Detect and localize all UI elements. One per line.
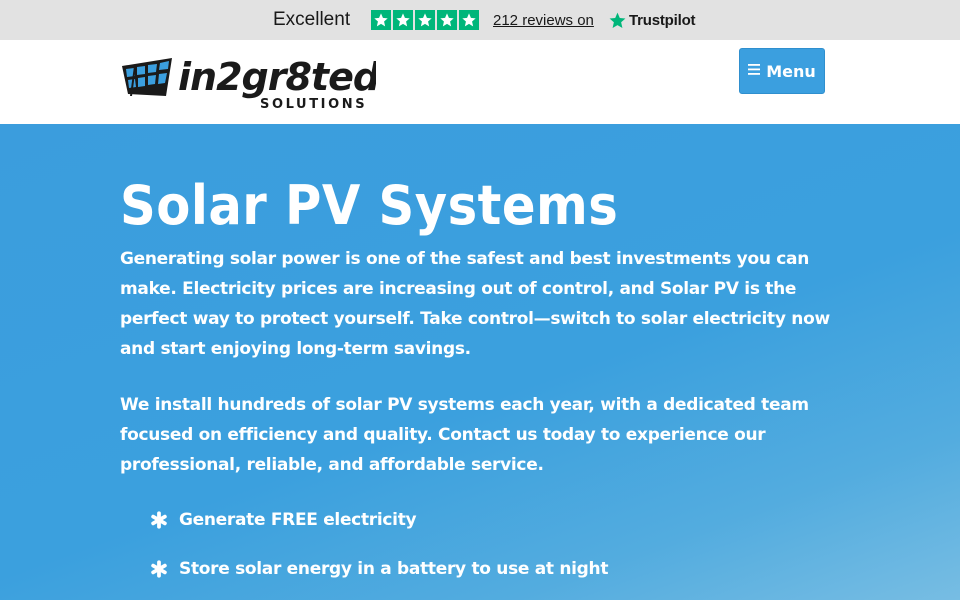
trustpilot-rating-word: Excellent	[273, 9, 351, 30]
asterisk-icon	[151, 560, 167, 578]
trustpilot-logo[interactable]: Trustpilot	[608, 10, 696, 30]
site-header: in2gr8ted SOLUTIONS Menu	[0, 40, 960, 124]
hero-section: Solar PV Systems Generating solar power …	[0, 124, 960, 600]
trustpilot-stars[interactable]	[371, 10, 479, 30]
star-icon	[393, 10, 413, 30]
list-item: Store solar energy in a battery to use a…	[150, 557, 608, 581]
menu-button[interactable]: Menu	[739, 48, 825, 94]
logo-subtitle: SOLUTIONS	[260, 97, 367, 112]
feature-label: Generate FREE electricity	[179, 510, 417, 530]
site-logo[interactable]: in2gr8ted SOLUTIONS	[120, 54, 376, 112]
star-icon	[437, 10, 457, 30]
menu-button-label: Menu	[766, 61, 816, 81]
logo-wordmark-text: in2gr8ted	[178, 55, 376, 99]
list-item: Generate FREE electricity	[150, 508, 608, 532]
trustpilot-brand: Trustpilot	[629, 11, 696, 29]
hamburger-icon	[748, 63, 761, 77]
trustpilot-reviews-link[interactable]: 212 reviews on	[493, 12, 594, 29]
trustpilot-star-icon	[609, 12, 626, 28]
intro-paragraph: Generating solar power is one of the saf…	[120, 249, 830, 359]
star-icon	[371, 10, 391, 30]
page-title: Solar PV Systems	[120, 174, 619, 237]
trustpilot-bar: Excellent 212 reviews on Trustpilot	[0, 0, 960, 40]
feature-label: Store solar energy in a battery to use a…	[179, 559, 609, 579]
logo-wordmark: in2gr8ted SOLUTIONS	[178, 55, 376, 112]
star-icon	[415, 10, 435, 30]
install-paragraph: We install hundreds of solar PV systems …	[120, 395, 809, 475]
feature-list: Generate FREE electricity Store solar en…	[150, 508, 608, 600]
star-icon	[459, 10, 479, 30]
asterisk-icon	[151, 511, 167, 529]
